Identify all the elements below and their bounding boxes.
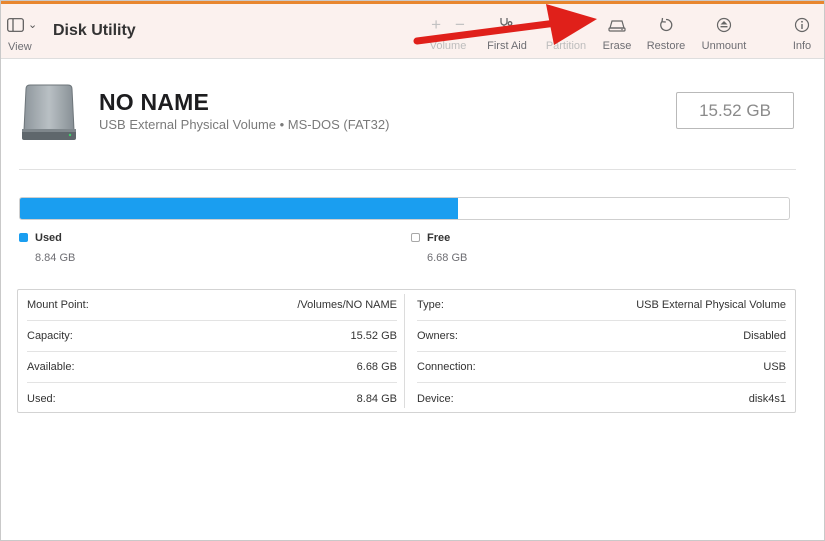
remove-volume-icon[interactable]: −: [455, 15, 465, 35]
info-value: disk4s1: [748, 392, 786, 405]
info-key: Mount Point:: [27, 299, 89, 311]
restore-label: Restore: [646, 40, 686, 52]
info-row-type: Type: USB External Physical Volume: [417, 290, 786, 321]
info-row-available: Available: 6.68 GB: [27, 352, 397, 383]
annotation-arrow: [413, 4, 597, 45]
info-row-mount-point: Mount Point: /Volumes/NO NAME: [27, 290, 397, 321]
chevron-down-icon: ⌄: [28, 19, 38, 31]
header-separator: [19, 169, 796, 170]
info-key: Available:: [27, 361, 75, 373]
info-row-capacity: Capacity: 15.52 GB: [27, 321, 397, 352]
volume-button-group: + − Volume: [425, 15, 471, 56]
info-value: USB: [763, 361, 786, 373]
info-key: Device:: [417, 392, 454, 405]
info-icon: [794, 17, 810, 33]
info-value: 6.68 GB: [356, 361, 397, 373]
info-key: Owners:: [417, 330, 458, 342]
erase-button[interactable]: Erase: [599, 16, 635, 56]
info-key: Type:: [417, 299, 444, 311]
add-volume-icon[interactable]: +: [431, 15, 441, 35]
info-value: 8.84 GB: [356, 392, 397, 405]
stethoscope-icon: [500, 18, 513, 32]
volume-label: Volume: [429, 40, 467, 52]
free-swatch: [411, 233, 420, 242]
info-value: /Volumes/NO NAME: [297, 299, 397, 311]
free-legend-value: 6.68 GB: [427, 252, 468, 264]
volume-info-table: Mount Point: /Volumes/NO NAME Capacity: …: [17, 289, 796, 413]
window-title: Disk Utility: [53, 22, 136, 39]
info-key: Connection:: [417, 361, 476, 373]
info-column-divider: [404, 294, 405, 408]
first-aid-label: First Aid: [487, 40, 527, 52]
info-value: Disabled: [743, 330, 786, 342]
free-legend-label: Free: [427, 232, 451, 244]
info-row-device: Device: disk4s1: [417, 383, 786, 414]
erase-label: Erase: [602, 40, 632, 52]
restore-arrow-icon: [660, 17, 673, 32]
restore-button[interactable]: Restore: [644, 16, 688, 56]
info-value: USB External Physical Volume: [636, 299, 786, 311]
disk-utility-window: ⌄ View Disk Utility + − Volume First Aid: [0, 0, 825, 541]
info-value: 15.52 GB: [350, 330, 397, 342]
partition-button[interactable]: Partition: [541, 16, 591, 56]
view-button[interactable]: ⌄ View: [7, 18, 43, 58]
eject-icon: [716, 17, 732, 33]
sidebar-icon: [7, 18, 24, 32]
info-row-owners: Owners: Disabled: [417, 321, 786, 352]
used-legend-label: Used: [35, 232, 62, 244]
erase-drive-icon: [608, 20, 626, 32]
info-label: Info: [792, 40, 812, 52]
info-row-used: Used: 8.84 GB: [27, 383, 397, 414]
partition-label: Partition: [545, 40, 587, 52]
unmount-label: Unmount: [701, 40, 747, 52]
usage-bar: [19, 197, 790, 220]
toolbar: ⌄ View Disk Utility + − Volume First Aid: [1, 4, 824, 59]
info-key: Used:: [27, 392, 56, 405]
volume-subtitle: USB External Physical Volume • MS-DOS (F…: [99, 117, 390, 132]
used-swatch: [19, 233, 28, 242]
usage-bar-used-fill: [20, 198, 459, 219]
capacity-badge: 15.52 GB: [676, 92, 794, 129]
info-key: Capacity:: [27, 330, 73, 342]
first-aid-button[interactable]: First Aid: [481, 16, 533, 56]
used-legend-value: 8.84 GB: [35, 252, 76, 264]
unmount-button[interactable]: Unmount: [698, 16, 750, 56]
view-label: View: [8, 41, 32, 53]
volume-name: NO NAME: [99, 89, 210, 115]
external-drive-icon: [22, 84, 76, 140]
info-row-connection: Connection: USB: [417, 352, 786, 383]
info-button[interactable]: Info: [789, 16, 815, 56]
